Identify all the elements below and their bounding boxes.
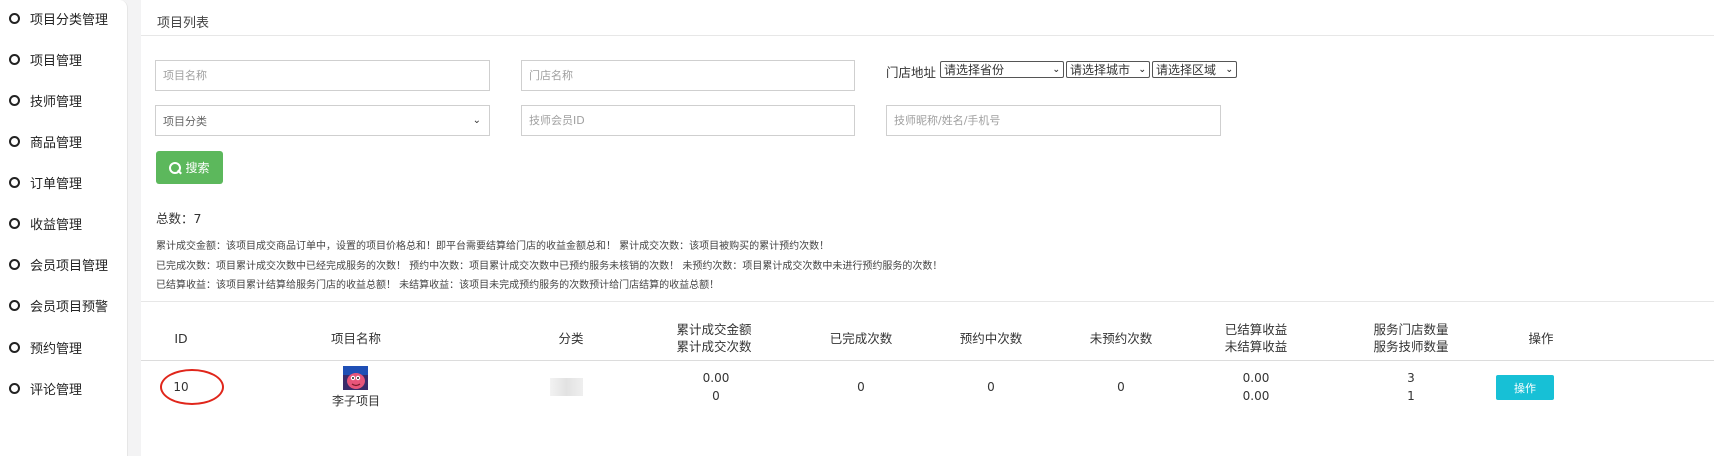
category-blurred (550, 378, 583, 396)
circle-bullet-icon (9, 218, 20, 229)
row-settled: 0.00 (1242, 371, 1270, 385)
page-title: 项目列表 (157, 16, 210, 31)
column-header-unreserved: 未预约次数 (1089, 331, 1153, 346)
main-panel: 项目列表 门店地址 请选择省份 ⌄ 请选择城市 ⌄ 请选择区域 ⌄ 项目分类 ⌄… (141, 0, 1714, 456)
row-unreserved: 0 (1117, 380, 1125, 394)
circle-bullet-icon (9, 54, 20, 65)
chevron-down-icon: ⌄ (1225, 64, 1233, 75)
divider (141, 360, 1714, 361)
district-select[interactable]: 请选择区域 ⌄ (1152, 61, 1237, 78)
store-address-label: 门店地址 (886, 65, 937, 80)
sidebar-item-goods[interactable]: 商品管理 (0, 121, 128, 162)
project-name-field[interactable] (155, 60, 490, 91)
note-line: 累计成交金额：该项目成交商品订单中，设置的项目价格总和！即平台需要结算给门店的收… (156, 241, 830, 252)
column-header-income-line1: 已结算收益 (1224, 322, 1288, 337)
project-thumbnail[interactable] (343, 366, 368, 390)
row-stores: 3 (1407, 371, 1415, 385)
city-select-value: 请选择城市 (1070, 63, 1131, 77)
circle-bullet-icon (9, 177, 20, 188)
search-icon (169, 161, 182, 174)
row-count: 0 (712, 389, 720, 403)
sidebar-item-label: 预约管理 (30, 342, 83, 357)
sidebar-item-label: 技师管理 (30, 95, 83, 110)
store-name-input[interactable] (529, 69, 854, 82)
sidebar-item-label: 项目分类管理 (30, 13, 109, 28)
column-header-store-line1: 服务门店数量 (1373, 322, 1449, 337)
column-header-amount-line2: 累计成交次数 (676, 339, 752, 354)
sidebar-item-income[interactable]: 收益管理 (0, 203, 128, 244)
column-header-id: ID (174, 331, 188, 346)
tech-member-id-field[interactable] (521, 105, 855, 136)
search-button[interactable]: 搜索 (156, 151, 223, 184)
tech-member-id-input[interactable] (529, 114, 854, 127)
sidebar-item-orders[interactable]: 订单管理 (0, 162, 128, 203)
divider (141, 35, 1714, 36)
row-project-name: 李子项目 (331, 394, 380, 408)
row-completed: 0 (857, 380, 865, 394)
circle-bullet-icon (9, 95, 20, 106)
sidebar-item-member-project[interactable]: 会员项目管理 (0, 244, 128, 285)
column-header-reserved: 预约中次数 (959, 331, 1023, 346)
sidebar-item-label: 收益管理 (30, 218, 83, 233)
sidebar-item-comments[interactable]: 评论管理 (0, 368, 128, 409)
divider (141, 301, 1714, 302)
note-line: 已完成次数：项目累计成交次数中已经完成服务的次数！ 预约中次数：项目累计成交次数… (156, 261, 943, 272)
circle-bullet-icon (9, 383, 20, 394)
province-select[interactable]: 请选择省份 ⌄ (940, 61, 1064, 78)
sidebar-item-label: 商品管理 (30, 136, 83, 151)
sidebar-item-label: 订单管理 (30, 177, 83, 192)
project-name-input[interactable] (163, 69, 489, 82)
sidebar-item-label: 项目管理 (30, 54, 83, 69)
province-select-value: 请选择省份 (944, 63, 1005, 77)
sidebar: 项目分类管理 项目管理 技师管理 商品管理 订单管理 收益管理 会员项目管理 会… (0, 0, 128, 456)
column-header-income: 已结算收益 未结算收益 (1211, 321, 1301, 355)
chevron-down-icon: ⌄ (1138, 64, 1146, 75)
sidebar-item-label: 会员项目管理 (30, 259, 109, 274)
tech-search-input[interactable] (894, 114, 1220, 127)
column-header-name: 项目名称 (330, 331, 381, 346)
column-header-completed: 已完成次数 (829, 331, 893, 346)
column-header-store-line2: 服务技师数量 (1373, 339, 1449, 354)
district-select-value: 请选择区域 (1156, 63, 1217, 77)
sidebar-item-technician[interactable]: 技师管理 (0, 80, 128, 121)
column-header-store: 服务门店数量 服务技师数量 (1361, 321, 1461, 355)
search-button-label: 搜索 (185, 161, 210, 175)
row-amount: 0.00 (702, 371, 730, 385)
chevron-down-icon: ⌄ (1052, 64, 1060, 75)
sidebar-item-reservation[interactable]: 预约管理 (0, 327, 128, 368)
category-select-value: 项目分类 (163, 114, 207, 128)
sidebar-item-label: 会员项目预警 (30, 300, 109, 315)
sidebar-item-project-category[interactable]: 项目分类管理 (0, 0, 128, 39)
category-select[interactable]: 项目分类 ⌄ (155, 105, 490, 136)
highlight-circle (160, 369, 224, 405)
total-count: 总数：7 (156, 211, 202, 226)
sidebar-item-member-alert[interactable]: 会员项目预警 (0, 285, 128, 326)
row-unsettled: 0.00 (1242, 389, 1270, 403)
chevron-down-icon: ⌄ (472, 115, 481, 126)
column-header-amount: 累计成交金额 累计成交次数 (664, 321, 764, 355)
column-header-ops: 操作 (1528, 331, 1554, 346)
row-techs: 1 (1407, 389, 1415, 403)
column-header-amount-line1: 累计成交金额 (676, 322, 752, 337)
sidebar-item-project[interactable]: 项目管理 (0, 39, 128, 80)
row-reserved: 0 (987, 380, 995, 394)
circle-bullet-icon (9, 13, 20, 24)
store-name-field[interactable] (521, 60, 855, 91)
sidebar-item-label: 评论管理 (30, 383, 83, 398)
column-header-category: 分类 (558, 331, 584, 346)
column-header-income-line2: 未结算收益 (1224, 339, 1288, 354)
note-line: 已结算收益：该项目累计结算给服务门店的收益总额！ 未结算收益：该项目未完成预约服… (156, 280, 720, 291)
circle-bullet-icon (9, 300, 20, 311)
tech-search-field[interactable] (886, 105, 1221, 136)
city-select[interactable]: 请选择城市 ⌄ (1066, 61, 1150, 78)
circle-bullet-icon (9, 259, 20, 270)
operate-button[interactable]: 操作 (1496, 375, 1554, 400)
circle-bullet-icon (9, 136, 20, 147)
circle-bullet-icon (9, 342, 20, 353)
